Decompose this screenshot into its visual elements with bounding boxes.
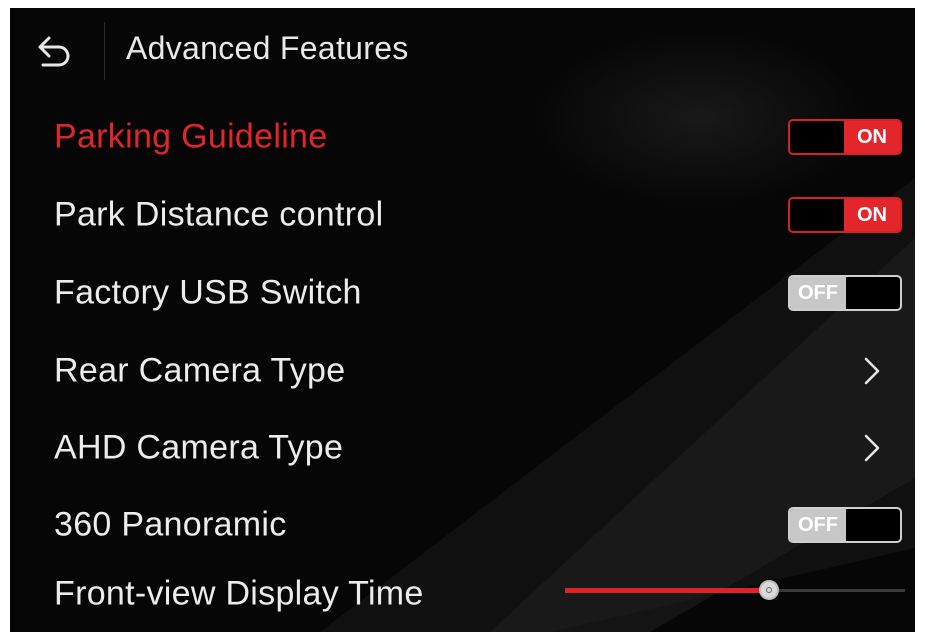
setting-label-park-distance-control: Park Distance control — [54, 195, 384, 234]
setting-label-rear-camera-type: Rear Camera Type — [54, 351, 346, 390]
setting-row-park-distance-control[interactable]: Park Distance control ON — [10, 177, 915, 253]
toggle-state-label: ON — [844, 199, 900, 231]
setting-row-rear-camera-type[interactable]: Rear Camera Type — [10, 333, 915, 409]
parking-guideline-toggle[interactable]: ON — [788, 119, 902, 155]
setting-row-factory-usb-switch[interactable]: Factory USB Switch OFF — [10, 255, 915, 331]
page-title: Advanced Features — [126, 30, 409, 66]
back-button[interactable] — [10, 8, 98, 96]
setting-row-360-panoramic[interactable]: 360 Panoramic OFF — [10, 487, 915, 563]
setting-row-parking-guideline[interactable]: Parking Guideline ON — [10, 99, 915, 175]
360-panoramic-toggle[interactable]: OFF — [788, 507, 902, 543]
setting-label-front-view-display-time: Front-view Display Time — [54, 574, 424, 613]
header-bar: Advanced Features — [10, 8, 915, 96]
back-arrow-icon — [38, 36, 70, 67]
setting-row-ahd-camera-type[interactable]: AHD Camera Type — [10, 410, 915, 486]
chevron-right-icon — [864, 434, 880, 462]
park-distance-control-toggle[interactable]: ON — [788, 197, 902, 233]
front-view-display-time-slider[interactable] — [565, 576, 905, 606]
toggle-state-label: ON — [844, 121, 900, 153]
slider-fill — [565, 588, 769, 593]
header-divider — [104, 22, 105, 80]
head-unit-screen: Advanced Features Parking Guideline ON P… — [10, 8, 915, 632]
setting-label-factory-usb-switch: Factory USB Switch — [54, 273, 362, 312]
setting-label-parking-guideline: Parking Guideline — [54, 117, 328, 156]
toggle-state-label: OFF — [790, 277, 846, 309]
chevron-right-icon — [864, 357, 880, 385]
toggle-state-label: OFF — [790, 509, 846, 541]
factory-usb-switch-toggle[interactable]: OFF — [788, 275, 902, 311]
setting-label-ahd-camera-type: AHD Camera Type — [54, 428, 344, 467]
setting-label-360-panoramic: 360 Panoramic — [54, 505, 287, 544]
slider-thumb[interactable] — [759, 580, 779, 600]
